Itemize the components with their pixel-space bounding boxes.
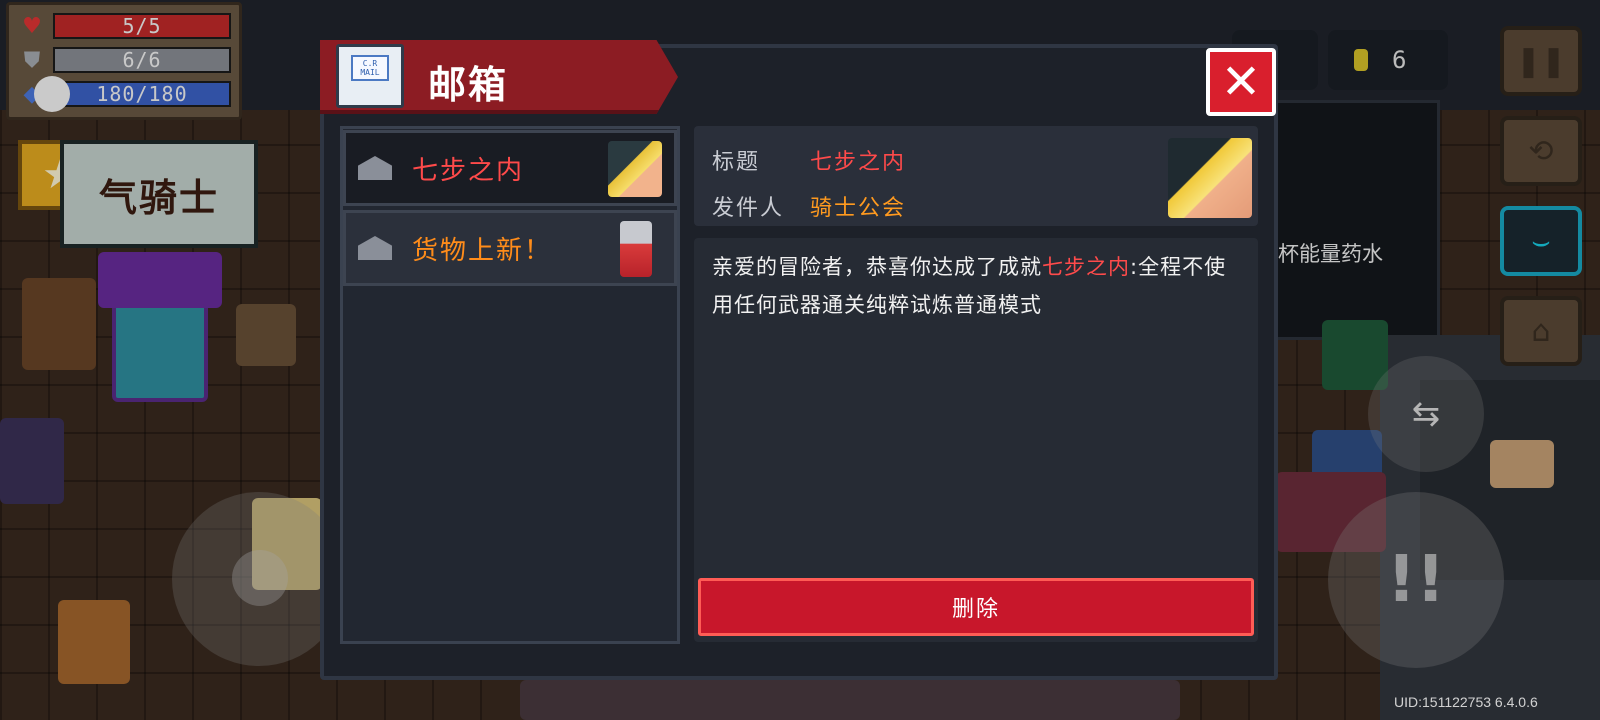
title-value: 七步之内 [810,150,907,175]
close-button[interactable]: ✕ [1206,48,1276,116]
title-label: 标题 [712,150,761,175]
mail-stamp: C.R MAIL [351,55,389,81]
sword-achievement-icon [608,141,662,197]
mail-body-text: 亲爱的冒险者，恭喜你达成了成就七步之内:全程不使用任何武器通关纯粹试炼普通模式 [712,248,1240,324]
envelope-open-icon [358,156,392,180]
mail-envelope-icon: C.R MAIL [336,44,404,108]
merchant-avatar-icon [620,221,652,277]
mail-subject: 七步之内 [412,155,525,186]
delete-button[interactable]: 删除 [698,578,1254,636]
mailbox-title: 邮箱 [428,63,509,107]
mail-item-new-goods[interactable]: 货物上新！ [343,210,677,286]
body-achievement: 七步之内 [1042,255,1130,279]
sender-label: 发件人 [712,196,785,221]
envelope-open-icon [358,236,392,260]
close-icon: ✕ [1220,54,1262,110]
sender-value: 骑士公会 [810,196,907,221]
body-prefix: 亲爱的冒险者，恭喜你达成了成就 [712,255,1042,279]
mail-subject: 货物上新！ [412,235,553,266]
delete-label: 删除 [951,597,1000,622]
mail-item-qibuzhinei[interactable]: 七步之内 [343,130,677,206]
sword-achievement-icon [1168,138,1252,218]
